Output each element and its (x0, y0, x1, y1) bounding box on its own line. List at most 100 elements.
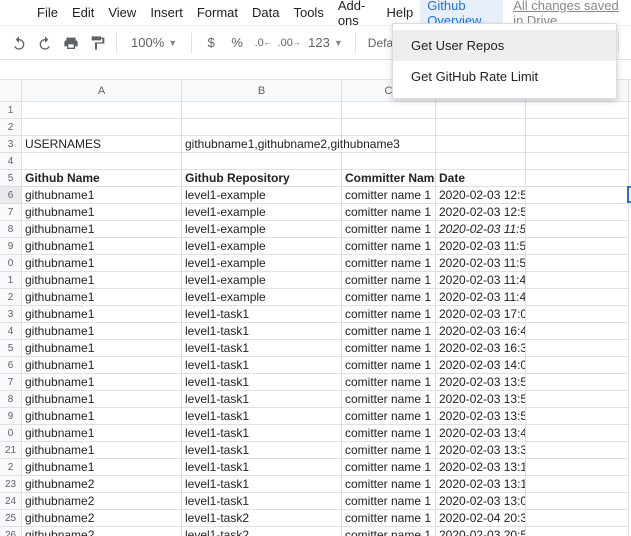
cell[interactable]: githubname1 (22, 238, 182, 255)
menu-item-file[interactable]: File (30, 1, 65, 24)
row-header[interactable]: 3 (0, 306, 22, 323)
cell[interactable] (526, 204, 629, 221)
menu-item-add-ons[interactable]: Add-ons (331, 0, 380, 32)
cell[interactable]: 2020-02-03 11:5 (436, 238, 526, 255)
cell[interactable]: 2020-02-03 11:5 (436, 221, 526, 238)
number-format-dropdown[interactable]: 123 ▼ (302, 29, 349, 57)
row-header[interactable]: 25 (0, 510, 22, 527)
cell[interactable]: comitter name 1 (342, 459, 436, 476)
cell[interactable]: githubname1 (22, 323, 182, 340)
row-header[interactable]: 8 (0, 221, 22, 238)
column-header-A[interactable]: A (22, 80, 182, 101)
row-header[interactable]: 7 (0, 374, 22, 391)
redo-button[interactable] (32, 29, 58, 57)
dropdown-item-get-user-repos[interactable]: Get User Repos (393, 30, 616, 61)
cell[interactable]: 2020-02-03 14:0 (436, 357, 526, 374)
increase-decimal-button[interactable]: .00→ (276, 29, 302, 57)
cell[interactable]: 2020-02-03 13:5 (436, 374, 526, 391)
cell[interactable] (526, 136, 629, 153)
cell[interactable] (526, 340, 629, 357)
undo-button[interactable] (6, 29, 32, 57)
cell[interactable] (526, 408, 629, 425)
cell[interactable] (526, 102, 629, 119)
cell[interactable] (436, 102, 526, 119)
cell[interactable] (526, 357, 629, 374)
menu-item-data[interactable]: Data (245, 1, 286, 24)
row-header[interactable]: 4 (0, 323, 22, 340)
cell[interactable]: level1-example (182, 255, 342, 272)
row-header[interactable]: 7 (0, 204, 22, 221)
cell[interactable]: 2020-02-03 13:5 (436, 391, 526, 408)
cell[interactable]: 2020-02-03 13:5 (436, 408, 526, 425)
row-header[interactable]: 0 (0, 255, 22, 272)
currency-button[interactable]: $ (198, 29, 224, 57)
row-header[interactable]: 4 (0, 153, 22, 170)
percent-button[interactable]: % (224, 29, 250, 57)
cell[interactable]: githubname2 (22, 527, 182, 536)
cell[interactable]: level1-task1 (182, 476, 342, 493)
cell[interactable]: comitter name 1 (342, 391, 436, 408)
cell[interactable]: comitter name 1 (342, 340, 436, 357)
menu-item-format[interactable]: Format (190, 1, 245, 24)
cell[interactable] (526, 306, 629, 323)
cell[interactable]: comitter name 1 (342, 289, 436, 306)
cell[interactable] (342, 136, 436, 153)
cell[interactable]: level1-task1 (182, 493, 342, 510)
cell[interactable]: 2020-02-03 16:4 (436, 323, 526, 340)
menu-item-tools[interactable]: Tools (286, 1, 330, 24)
cell[interactable] (526, 374, 629, 391)
cell[interactable] (22, 119, 182, 136)
row-header[interactable]: 5 (0, 340, 22, 357)
cell[interactable]: level1-task1 (182, 357, 342, 374)
cell[interactable]: level1-example (182, 204, 342, 221)
cell[interactable] (526, 272, 629, 289)
cell[interactable]: githubname1 (22, 204, 182, 221)
cell[interactable]: comitter name 1 (342, 476, 436, 493)
cell[interactable]: 2020-02-03 13:0 (436, 493, 526, 510)
row-header[interactable]: 0 (0, 425, 22, 442)
cell[interactable]: githubname1 (22, 187, 182, 204)
cell[interactable] (526, 255, 629, 272)
cell[interactable]: comitter name 1 (342, 527, 436, 536)
cell[interactable]: level1-task1 (182, 340, 342, 357)
cell[interactable]: 2020-02-03 13:3 (436, 442, 526, 459)
cell[interactable]: comitter name 1 (342, 408, 436, 425)
cell[interactable] (342, 102, 436, 119)
cell[interactable]: comitter name 1 (342, 442, 436, 459)
cell[interactable] (526, 221, 629, 238)
cell[interactable]: comitter name 1 (342, 493, 436, 510)
cell[interactable]: 2020-02-03 12:5 (436, 204, 526, 221)
cell[interactable]: 2020-02-03 20:5 (436, 527, 526, 536)
cell[interactable]: 2020-02-03 11:4 (436, 289, 526, 306)
cell[interactable]: comitter name 1 (342, 323, 436, 340)
row-header[interactable]: 6 (0, 357, 22, 374)
cell[interactable]: comitter name 1 (342, 204, 436, 221)
dropdown-item-get-github-rate-limit[interactable]: Get GitHub Rate Limit (393, 61, 616, 92)
cell[interactable]: comitter name 1 (342, 221, 436, 238)
cell[interactable]: level1-task1 (182, 442, 342, 459)
cell[interactable] (526, 119, 629, 136)
cell[interactable] (526, 527, 629, 536)
cell[interactable]: 2020-02-04 20:3 (436, 510, 526, 527)
row-header[interactable]: 3 (0, 136, 22, 153)
cell[interactable] (526, 238, 629, 255)
cell[interactable]: 2020-02-03 13:1 (436, 459, 526, 476)
select-all-corner[interactable] (0, 80, 22, 101)
cell[interactable] (526, 391, 629, 408)
cell[interactable]: githubname2 (22, 493, 182, 510)
menu-item-view[interactable]: View (101, 1, 143, 24)
cell[interactable] (22, 102, 182, 119)
cell[interactable] (526, 459, 629, 476)
cell[interactable] (526, 187, 629, 204)
row-header[interactable]: 2 (0, 289, 22, 306)
cell[interactable] (436, 136, 526, 153)
cell[interactable] (526, 289, 629, 306)
cell[interactable]: 2020-02-03 17:0 (436, 306, 526, 323)
cell[interactable] (182, 153, 342, 170)
row-header[interactable]: 5 (0, 170, 22, 187)
cell[interactable]: 2020-02-03 13:4 (436, 425, 526, 442)
cell[interactable]: level1-example (182, 289, 342, 306)
cell[interactable] (526, 170, 629, 187)
cell[interactable] (342, 119, 436, 136)
cell[interactable] (526, 442, 629, 459)
